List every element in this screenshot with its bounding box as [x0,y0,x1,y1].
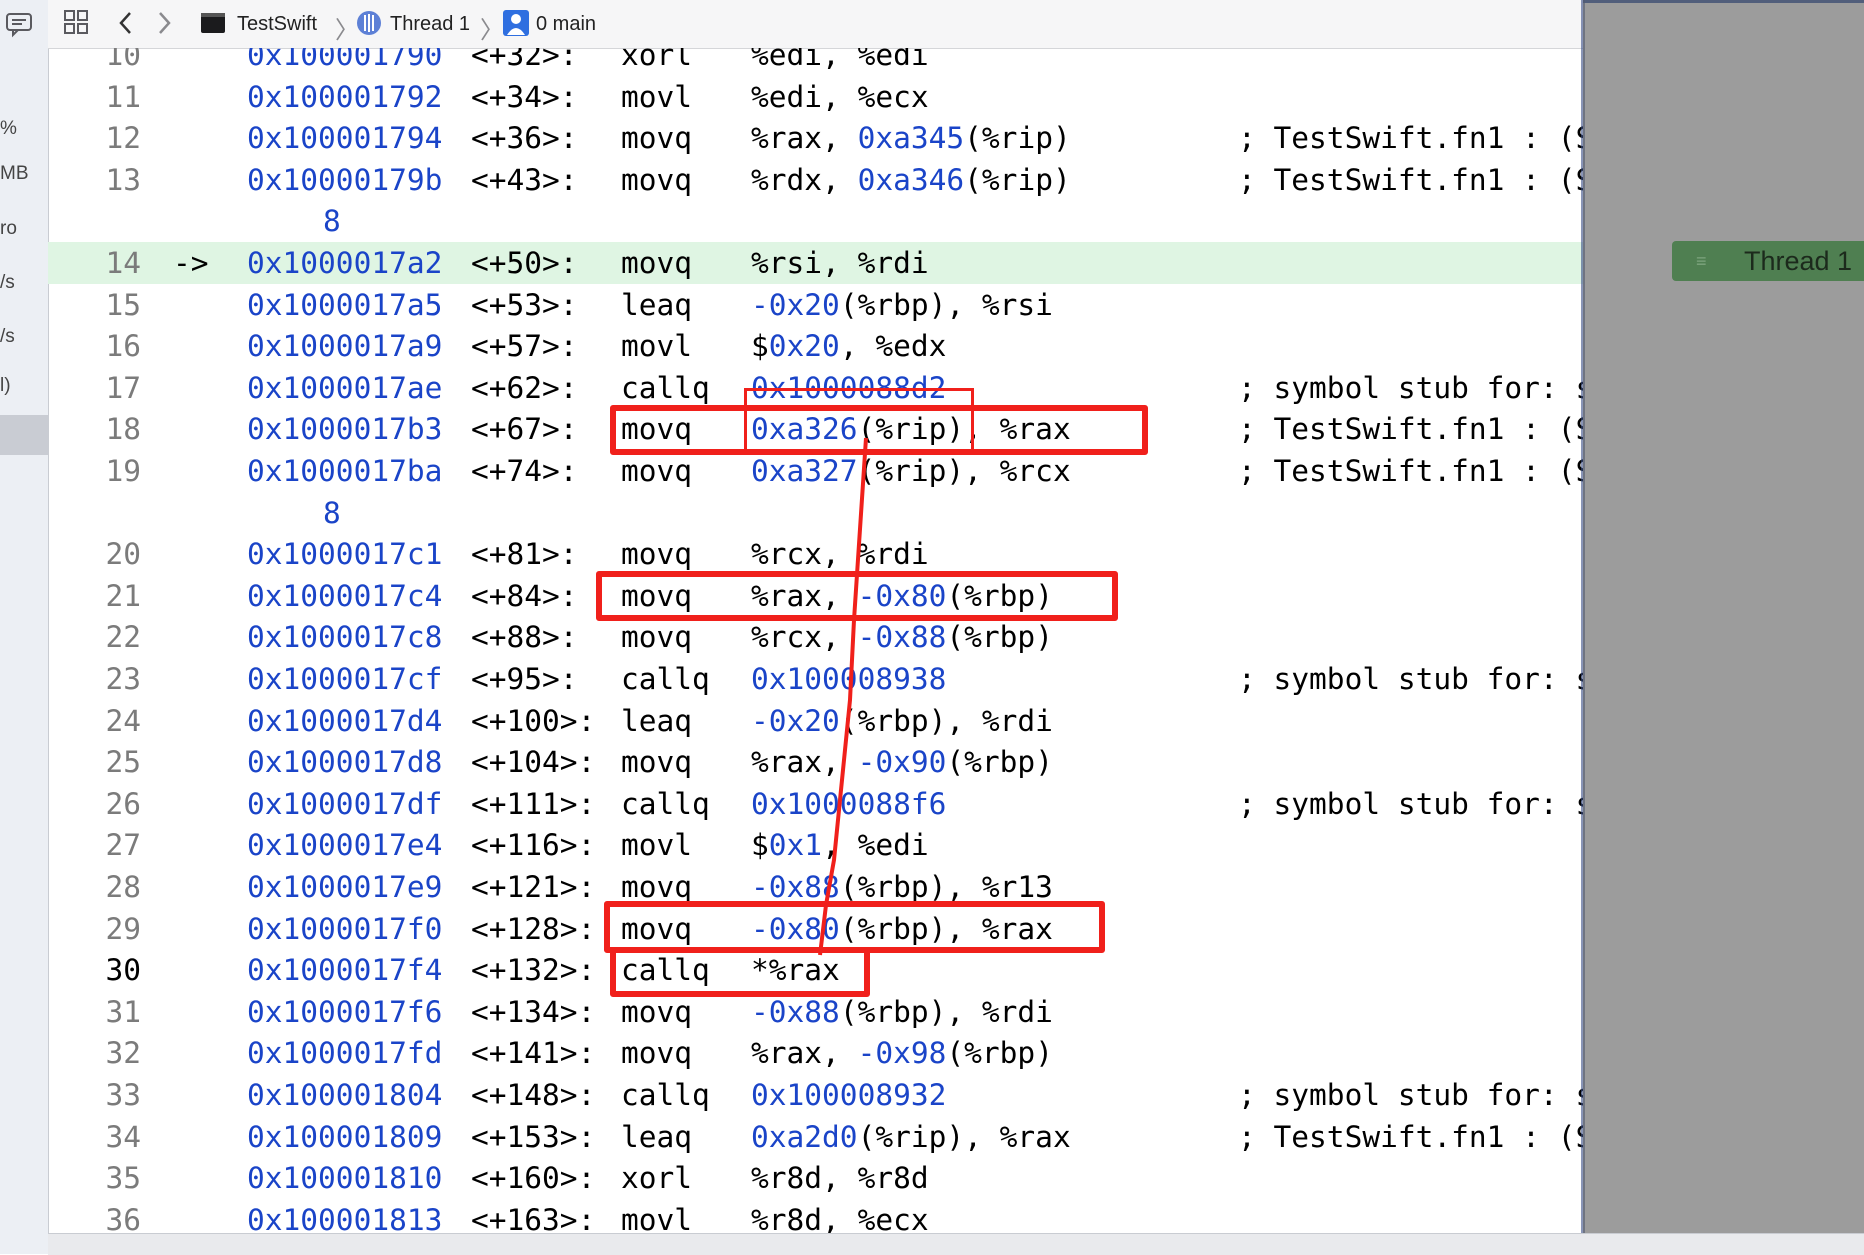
debug-bar [48,1233,1864,1255]
thread-badge-label: Thread 1 [1744,246,1853,276]
overlay-edge [1581,0,1585,1254]
thread-badge-handle-icon: ≡ [1696,251,1707,271]
thread-badge: ≡ Thread 1 [1672,241,1864,281]
